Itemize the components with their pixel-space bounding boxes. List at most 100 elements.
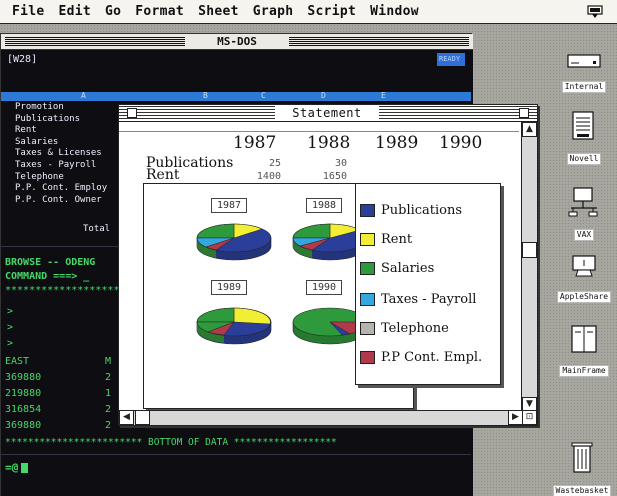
legend-item: P.P Cont. Empl. [360, 348, 482, 366]
legend-swatch [360, 203, 375, 217]
data-row: 316854 2 [5, 404, 125, 415]
data-cell: 1 [105, 388, 112, 399]
year-header: 1990 [439, 133, 483, 153]
close-box-icon[interactable] [127, 108, 137, 118]
appleshare-volume[interactable]: AppleShare [552, 252, 616, 303]
cell-reference: [W28] [7, 54, 38, 65]
pie-label-1989: 1989 [211, 280, 247, 295]
prompt: > [7, 306, 14, 317]
row-label: P.P. Cont. Owner [15, 194, 102, 205]
year-header: 1987 [233, 133, 277, 153]
cell-value: 1650 [322, 171, 347, 182]
menu-script[interactable]: Script [307, 4, 356, 19]
row-label: P.P. Cont. Employ [15, 183, 108, 194]
data-row: 369880 2 [5, 420, 125, 431]
resize-box-icon[interactable]: ⊡ [522, 410, 537, 425]
cell-value: 30 [334, 158, 347, 169]
icon-label: MainFrame [559, 365, 609, 377]
bottom-prompt[interactable]: =@ [5, 461, 18, 474]
mainframe-host[interactable]: MainFrame [552, 324, 616, 377]
legend-label: Publications [381, 202, 463, 218]
application-menu-icon[interactable] [587, 5, 603, 19]
msdos-title-bar[interactable]: MS-DOS [1, 34, 473, 50]
region-header: EAST [5, 356, 30, 367]
scroll-up-icon[interactable]: ▲ [522, 122, 537, 137]
scroll-right-icon[interactable]: ▶ [508, 410, 523, 425]
command-line[interactable]: COMMAND ===> _ [5, 271, 89, 282]
prompt: > [7, 322, 14, 333]
server-icon [572, 111, 594, 140]
legend-item: Rent [360, 230, 412, 248]
icon-label: Internal [561, 81, 607, 93]
cursor-block [21, 463, 28, 473]
year-header: 1988 [307, 133, 351, 153]
vertical-scrollbar[interactable]: ▲ ▼ [521, 122, 537, 412]
data-cell: 369880 [5, 420, 42, 431]
icon-label: Novell [566, 153, 602, 165]
novell-server[interactable]: Novell [552, 110, 616, 165]
legend-item: Publications [360, 201, 462, 219]
menu-bar: File Edit Go Format Sheet Graph Script W… [0, 0, 617, 24]
cell-value: 25 [268, 158, 281, 169]
pie-1987 [196, 223, 272, 261]
bottom-of-data-line: ************************ BOTTOM OF DATA … [5, 437, 337, 448]
statement-sheet[interactable]: 1987 1988 1989 1990 Publications 25 30 R… [119, 133, 522, 412]
zoom-box-icon[interactable] [519, 108, 529, 118]
data-cell: 2 [105, 372, 112, 383]
scroll-h-thumb[interactable] [135, 410, 150, 425]
column-header-bar: A B C D E [1, 91, 471, 101]
network-icon [568, 187, 598, 217]
menu-sheet[interactable]: Sheet [198, 4, 239, 19]
menu-window[interactable]: Window [370, 4, 419, 19]
legend-swatch [360, 261, 375, 275]
column-letter: C [261, 91, 266, 100]
row-label: Publications [15, 113, 81, 124]
scroll-thumb[interactable] [522, 242, 537, 258]
menu-file[interactable]: File [12, 4, 45, 19]
statement-title-bar[interactable]: Statement [119, 105, 537, 122]
mode-indicator: READY [437, 53, 465, 66]
menu-edit[interactable]: Edit [59, 4, 92, 19]
menu-graph[interactable]: Graph [253, 4, 294, 19]
browse-line: BROWSE -- ODENG [5, 257, 96, 268]
data-cell: 369880 [5, 372, 42, 383]
chart-legend[interactable]: Publications Rent Salaries Taxes - Payro… [355, 183, 501, 385]
legend-item: Taxes - Payroll [360, 290, 476, 308]
appleshare-icon [572, 255, 596, 277]
data-cell: 316854 [5, 404, 42, 415]
column-header-strip [119, 122, 519, 132]
vax-host[interactable]: VAX [552, 186, 616, 241]
scroll-left-icon[interactable]: ◀ [119, 410, 134, 425]
menu-format[interactable]: Format [135, 4, 184, 19]
horizontal-scrollbar[interactable]: ◀ ▶ [119, 410, 523, 425]
hard-disk-icon [567, 54, 601, 68]
wastebasket[interactable]: Wastebasket [548, 440, 616, 496]
statement-title: Statement [275, 106, 379, 121]
legend-label: Telephone [381, 320, 449, 336]
internal-disk[interactable]: Internal [552, 52, 616, 93]
pie-1989 [196, 307, 272, 345]
column-letter: E [381, 91, 386, 100]
column-m-header: M [105, 356, 112, 367]
icon-label: Wastebasket [552, 485, 612, 496]
pie-label-1988: 1988 [306, 198, 342, 213]
menu-go[interactable]: Go [105, 4, 121, 19]
pie-label-1990: 1990 [306, 280, 342, 295]
icon-label: VAX [573, 229, 595, 241]
column-letter: A [81, 91, 86, 100]
legend-label: Salaries [381, 260, 435, 276]
row-label: Taxes - Payroll [15, 159, 97, 170]
year-header: 1989 [375, 133, 419, 153]
dos-divider [1, 454, 471, 455]
legend-item: Salaries [360, 259, 434, 277]
cell-value: 1400 [256, 171, 281, 182]
data-cell: 219880 [5, 388, 42, 399]
total-label: Total [83, 224, 111, 234]
data-row: 219880 1 [5, 388, 125, 399]
trash-icon [571, 442, 593, 473]
legend-swatch [360, 321, 375, 335]
row-label: Rent [146, 167, 180, 183]
row-label: Taxes & Licenses [15, 148, 102, 159]
row-label: Rent [15, 125, 37, 136]
column-letter: D [321, 91, 326, 100]
